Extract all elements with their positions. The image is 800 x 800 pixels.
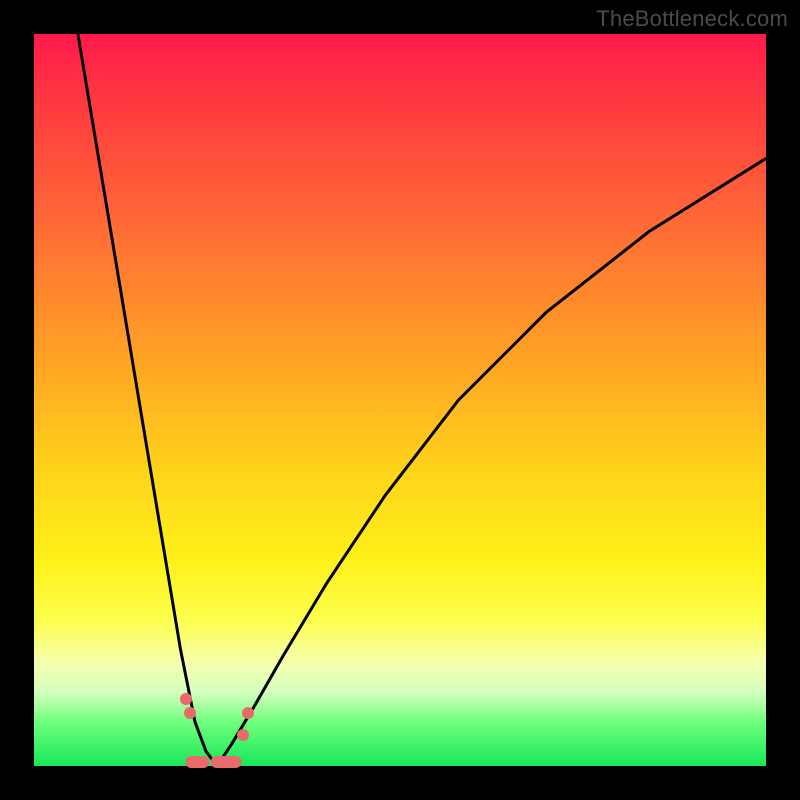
marker-dot [184,707,196,719]
marker-pill [210,756,241,768]
plot-area [34,34,766,766]
marker-dot [237,729,249,741]
marker-dot [180,693,192,705]
curve-svg [34,34,766,766]
marker-dot [242,707,254,719]
curve-right-path [217,158,766,766]
watermark-label: TheBottleneck.com [596,6,788,32]
chart-frame: TheBottleneck.com [0,0,800,800]
curve-left-path [78,34,217,766]
marker-pill [186,756,209,768]
